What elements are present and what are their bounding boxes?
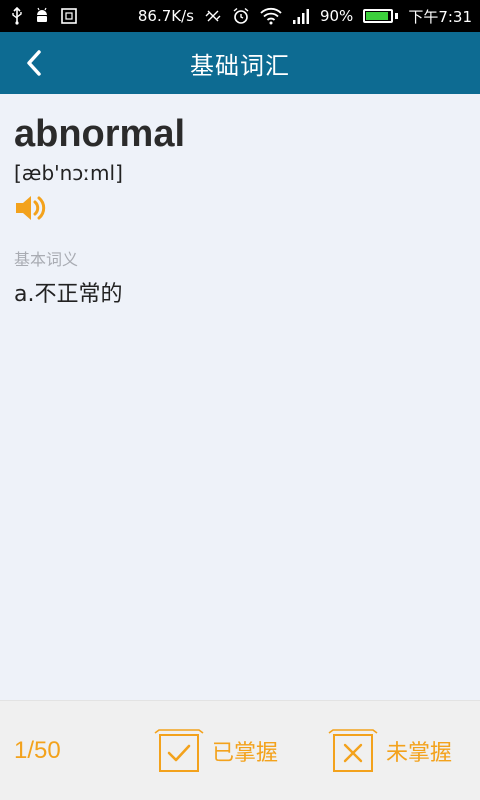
page-title: 基础词汇 [190, 51, 290, 80]
alarm-icon [232, 6, 250, 26]
app-header: 基础词汇 [0, 32, 480, 94]
battery-fill [366, 12, 388, 20]
not-mastered-label: 未掌握 [386, 741, 453, 766]
section-label-basic-meaning: 基本词义 [14, 250, 79, 269]
status-bar-left [10, 6, 78, 26]
signal-icon [292, 6, 310, 26]
word-text: abnormal [14, 113, 186, 155]
not-mastered-button[interactable]: 未掌握 [328, 727, 452, 775]
screenshot-icon [60, 6, 78, 26]
mastered-label: 已掌握 [212, 741, 279, 766]
battery-body [363, 9, 394, 23]
android-icon [34, 6, 50, 26]
network-speed: 86.7K/s [137, 7, 194, 25]
progress-counter: 1/50 [14, 737, 61, 764]
word-card: abnormal [æb'nɔːml] 基本词义 a.不正常的 [0, 94, 480, 700]
bottom-bar: 1/50 已掌握 未掌握 [0, 700, 480, 800]
usb-icon [10, 6, 24, 26]
mastered-button[interactable]: 已掌握 [154, 727, 278, 775]
checkbox-checked-icon [154, 729, 204, 772]
status-bar: 86.7K/s 90% 下午7:31 [0, 0, 480, 32]
back-button[interactable] [16, 45, 52, 81]
battery-tip [395, 13, 399, 19]
wifi-icon [260, 6, 282, 26]
clock: 下午7:31 [408, 7, 472, 26]
battery-icon [363, 9, 399, 23]
battery-percent: 90% [319, 7, 354, 25]
pronounce-button[interactable] [14, 192, 54, 224]
phonetic-text: [æb'nɔːml] [14, 161, 123, 185]
definition-text: a.不正常的 [14, 282, 123, 307]
checkbox-x-icon [328, 729, 378, 772]
data-sync-icon [204, 6, 222, 26]
speaker-icon [16, 196, 46, 220]
status-bar-right: 86.7K/s 90% 下午7:31 [138, 6, 472, 27]
chevron-left-icon [27, 50, 41, 76]
